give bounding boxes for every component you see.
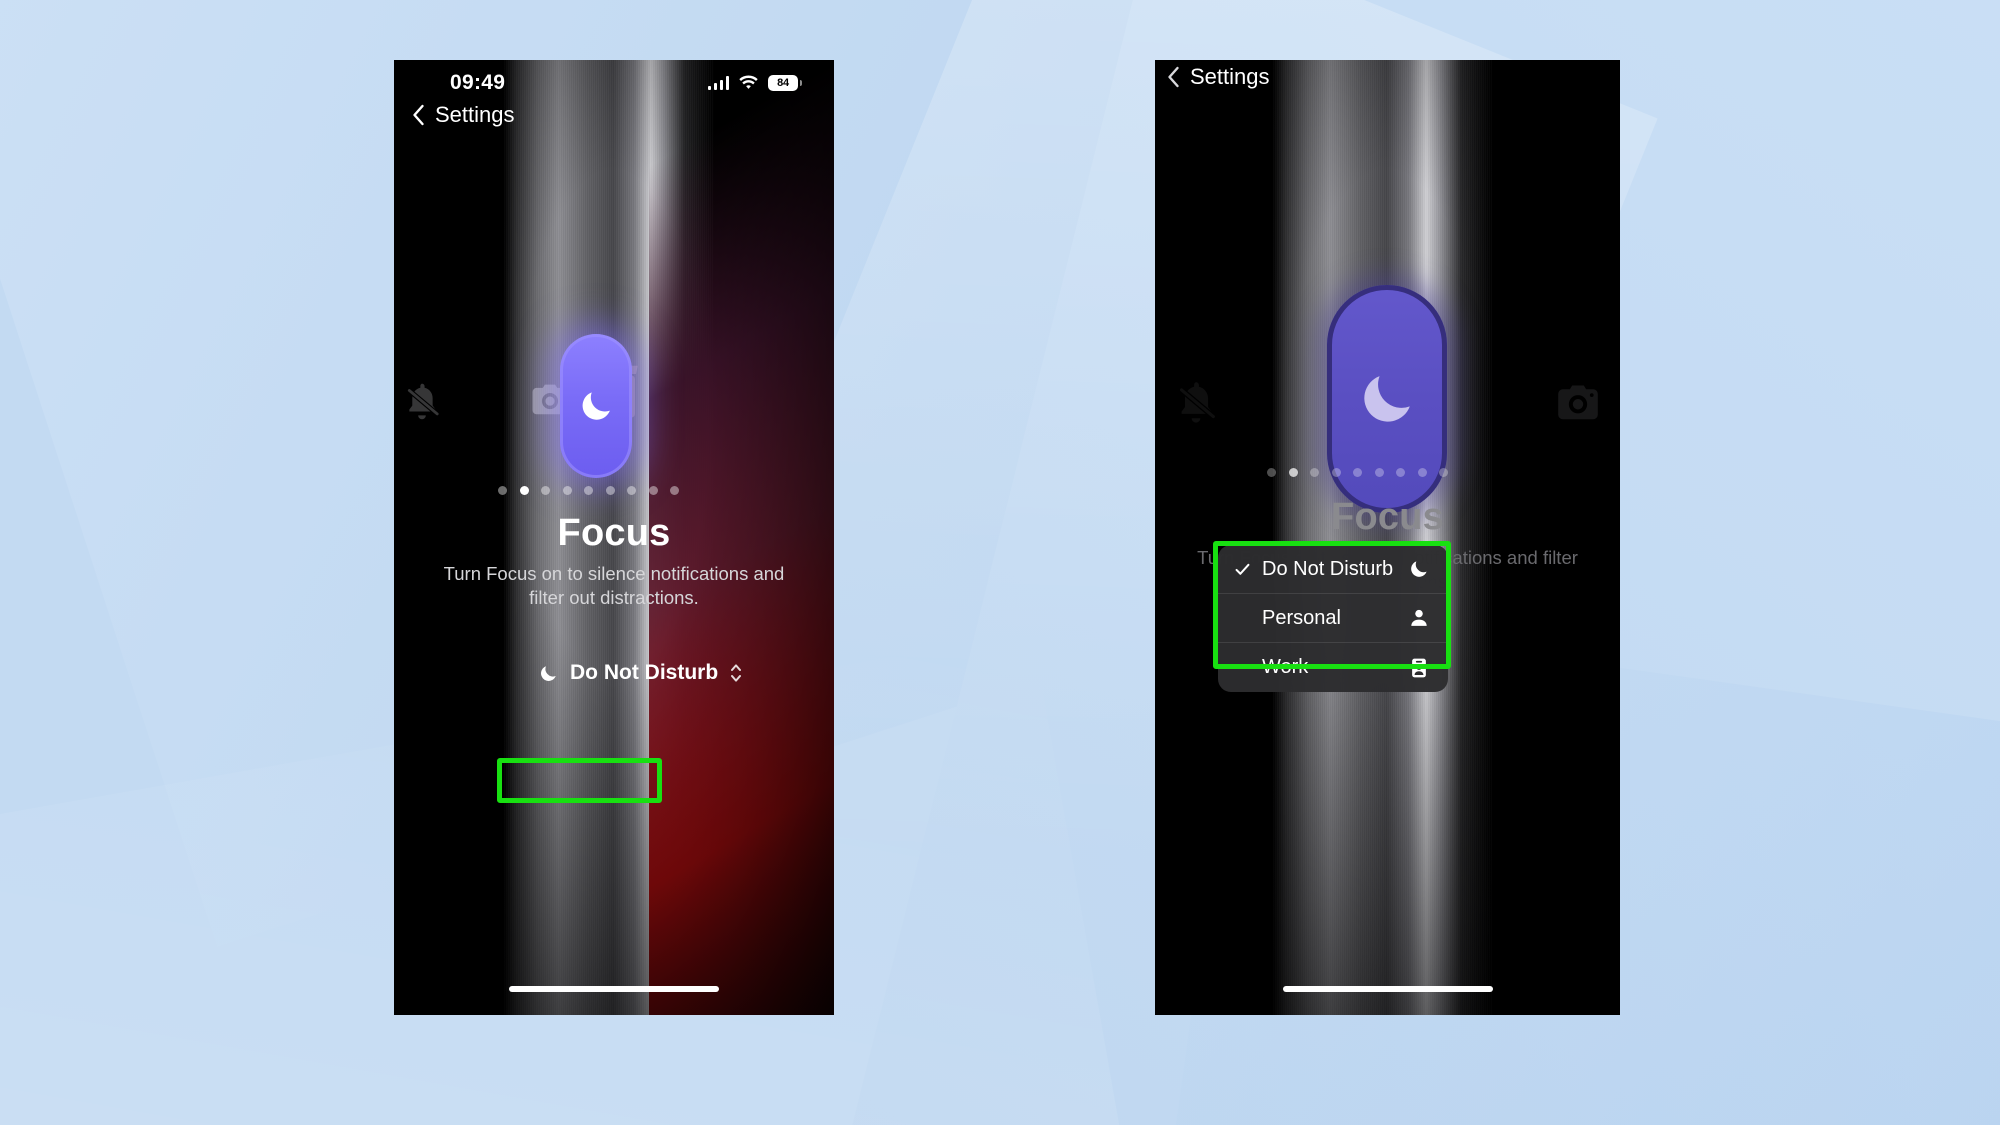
camera-icon (1553, 378, 1603, 428)
focus-mode-selector[interactable]: Do Not Disturb (524, 654, 757, 692)
bell-slash-icon (1171, 378, 1221, 428)
page-dot[interactable] (562, 486, 572, 495)
back-to-settings-button[interactable]: Settings (1167, 64, 1270, 90)
menu-item-work[interactable]: Work (1218, 643, 1448, 692)
menu-item-do-not-disturb[interactable]: Do Not Disturb (1218, 545, 1448, 594)
battery-level: 84 (777, 77, 789, 89)
id-badge-icon (1412, 658, 1426, 677)
page-dot[interactable] (1331, 468, 1341, 477)
chevron-left-icon (1168, 66, 1179, 88)
menu-item-personal[interactable]: Personal (1218, 594, 1448, 643)
phone-screenshot-right: Settings Focus Turn Focus on to silence … (1155, 60, 1620, 1015)
home-indicator (509, 986, 719, 992)
up-down-chevron-icon (731, 664, 742, 682)
focus-mode-label: Do Not Disturb (570, 661, 719, 684)
menu-item-label: Do Not Disturb (1262, 557, 1394, 580)
page-dot[interactable] (627, 486, 636, 495)
person-icon (1411, 609, 1427, 626)
page-dot[interactable] (541, 486, 550, 495)
action-button-pill-do-not-disturb[interactable] (1327, 285, 1447, 513)
page-dot[interactable] (670, 486, 679, 495)
page-dot[interactable] (1310, 468, 1319, 477)
page-dot[interactable] (605, 486, 615, 495)
moon-icon (582, 392, 610, 420)
home-indicator (1283, 986, 1493, 992)
cellular-signal-icon (707, 76, 729, 90)
page-dot[interactable] (1439, 468, 1448, 477)
page-title: Focus (557, 512, 671, 554)
status-bar: 09:49 84 (394, 60, 834, 106)
battery-icon: 84 (768, 75, 802, 91)
page-dot[interactable] (1267, 468, 1276, 477)
page-dot[interactable] (648, 486, 658, 495)
back-label: Settings (1190, 64, 1270, 89)
chevron-left-icon (413, 104, 424, 126)
back-to-settings-button[interactable]: Settings (412, 102, 515, 128)
status-time: 09:49 (450, 71, 506, 94)
moon-icon (541, 665, 556, 681)
focus-mode-dropdown-menu[interactable]: Do Not Disturb Personal Work (1218, 545, 1448, 692)
page-dot[interactable] (1396, 468, 1405, 477)
checkmark-icon (1234, 561, 1256, 578)
page-title: Focus (1331, 496, 1444, 538)
page-caption: Turn Focus on to silence notifications a… (443, 563, 785, 609)
page-dot[interactable] (1353, 468, 1362, 477)
phone-screenshot-left: 09:49 84 Settings Focus Turn Focus on to… (394, 60, 834, 1015)
carousel-page-dots[interactable] (1267, 468, 1448, 477)
back-label: Settings (435, 102, 515, 127)
moon-icon (1411, 561, 1427, 577)
page-dot[interactable] (1417, 468, 1427, 477)
wifi-icon (739, 75, 758, 89)
page-dot[interactable] (584, 486, 593, 495)
page-dot[interactable] (1374, 468, 1384, 477)
page-dot-active[interactable] (1288, 468, 1298, 477)
moon-icon (1363, 376, 1410, 423)
action-button-pill-do-not-disturb[interactable] (560, 334, 632, 478)
page-background (0, 0, 2000, 1125)
page-dot[interactable] (498, 486, 507, 495)
carousel-page-dots[interactable] (498, 486, 679, 495)
menu-item-label: Work (1262, 656, 1309, 678)
bell-slash-icon (400, 380, 444, 424)
page-dot-active[interactable] (519, 486, 529, 495)
menu-item-label: Personal (1262, 606, 1341, 629)
